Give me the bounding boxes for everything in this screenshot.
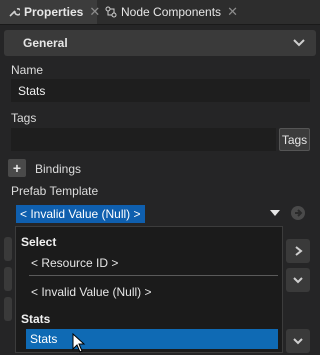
tab-bar: Properties ✕ Node Components ✕ xyxy=(0,0,320,24)
chevron-down-icon[interactable] xyxy=(286,329,310,353)
tab-properties[interactable]: Properties ✕ xyxy=(0,0,100,24)
tab-label: Node Components xyxy=(121,5,222,19)
name-label: Name xyxy=(11,63,44,77)
tags-field[interactable] xyxy=(11,128,276,151)
close-icon[interactable]: ✕ xyxy=(227,4,238,20)
prefab-template-label: Prefab Template xyxy=(11,184,99,198)
bindings-label: Bindings xyxy=(35,162,82,176)
wrench-icon xyxy=(8,6,20,18)
tab-divider xyxy=(0,24,320,25)
section-general-header[interactable]: General xyxy=(4,30,316,56)
node-components-icon xyxy=(105,6,117,18)
name-field[interactable]: Stats xyxy=(11,79,310,102)
dropdown-separator xyxy=(29,275,278,276)
add-binding-button[interactable]: + xyxy=(8,159,26,177)
navigate-arrow-icon[interactable] xyxy=(290,205,306,221)
chevron-down-icon[interactable] xyxy=(286,268,310,292)
tags-label: Tags xyxy=(11,111,37,125)
mouse-cursor-icon xyxy=(72,333,86,353)
dropdown-item-label: Stats xyxy=(30,332,58,346)
prefab-template-combobox[interactable]: < Invalid Value (Null) > xyxy=(16,205,145,223)
tags-button[interactable]: Tags xyxy=(279,128,310,151)
chevron-down-icon xyxy=(293,39,305,47)
collapsed-section-header xyxy=(4,297,12,321)
name-value: Stats xyxy=(18,83,46,98)
dropdown-item-resource-id[interactable]: < Resource ID > xyxy=(31,256,118,270)
section-title: General xyxy=(23,36,68,50)
chevron-right-icon[interactable] xyxy=(286,239,310,263)
tab-node-components[interactable]: Node Components ✕ xyxy=(97,0,247,24)
prefab-template-dropdown: Select < Resource ID > < Invalid Value (… xyxy=(15,226,283,353)
dropdown-item-stats[interactable]: Stats xyxy=(26,329,278,349)
dropdown-group-select: Select xyxy=(21,235,57,249)
collapsed-section-header xyxy=(4,237,12,261)
collapsed-section-header xyxy=(4,267,12,291)
dropdown-group-stats: Stats xyxy=(21,312,51,326)
dropdown-arrow-icon[interactable] xyxy=(270,209,280,217)
dropdown-item-invalid-value[interactable]: < Invalid Value (Null) > xyxy=(31,285,152,299)
tab-label: Properties xyxy=(24,5,84,19)
